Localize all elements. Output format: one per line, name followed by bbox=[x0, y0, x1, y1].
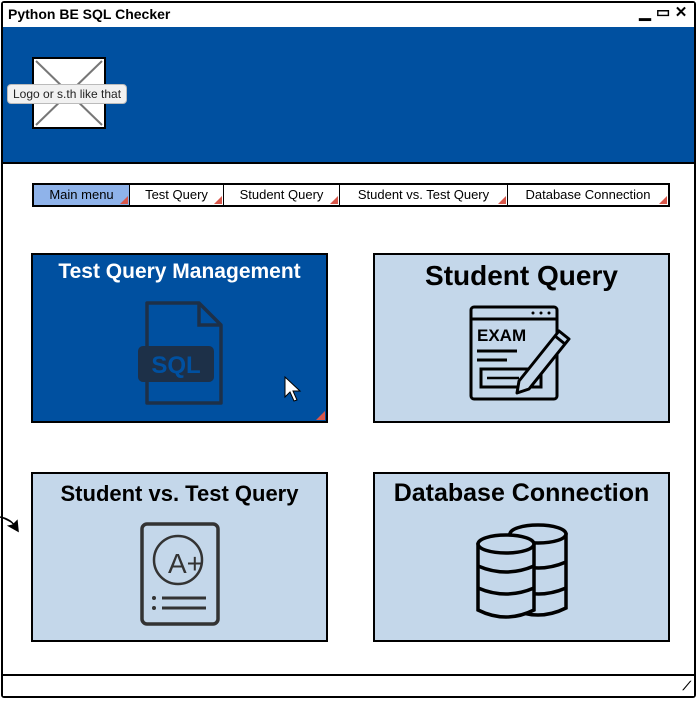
sql-file-icon: SQL bbox=[138, 301, 223, 405]
tab-label: Student vs. Test Query bbox=[357, 187, 490, 202]
link-marker-icon bbox=[330, 196, 338, 204]
tab-main-menu[interactable]: Main menu bbox=[34, 185, 130, 205]
tab-test-query[interactable]: Test Query bbox=[130, 185, 224, 205]
card-student-query[interactable]: Student Query EXAM bbox=[373, 253, 670, 423]
card-title: Student vs. Test Query bbox=[60, 481, 299, 506]
minimize-icon[interactable]: ▁ bbox=[638, 5, 652, 21]
tab-database-connection[interactable]: Database Connection bbox=[508, 185, 668, 205]
main-nav-tabs: Main menu Test Query Student Query Stude… bbox=[32, 183, 670, 207]
link-marker-icon bbox=[214, 196, 222, 204]
svg-text:SQL: SQL bbox=[151, 352, 200, 379]
card-student-vs-test-query[interactable]: Student vs. Test Query A+ bbox=[31, 472, 328, 642]
graded-paper-icon: A+ bbox=[140, 522, 220, 626]
tab-label: Test Query bbox=[145, 187, 208, 202]
card-title: Database Connection bbox=[393, 479, 650, 507]
resize-grip-icon[interactable]: ⟋ bbox=[683, 679, 691, 694]
tab-label: Main menu bbox=[49, 187, 114, 202]
status-bar: ⟋ bbox=[3, 674, 694, 696]
link-marker-icon bbox=[498, 196, 506, 204]
link-marker-icon bbox=[659, 196, 667, 204]
window-title: Python BE SQL Checker bbox=[8, 6, 171, 22]
tab-label: Student Query bbox=[239, 187, 324, 202]
card-database-connection[interactable]: Database Connection bbox=[373, 472, 670, 642]
svg-text:A+: A+ bbox=[168, 548, 203, 579]
card-title: Student Query bbox=[425, 260, 618, 291]
app-window: Python BE SQL Checker ▁ ▭ ✕ Logo or s.th… bbox=[1, 1, 696, 698]
logo-tooltip-label: Logo or s.th like that bbox=[7, 84, 128, 104]
tab-label: Database Connection bbox=[525, 187, 651, 202]
tab-student-query[interactable]: Student Query bbox=[224, 185, 340, 205]
exam-pencil-icon: EXAM bbox=[469, 305, 571, 401]
card-test-query-management[interactable]: Test Query Management SQL bbox=[31, 253, 328, 423]
link-marker-icon bbox=[120, 196, 128, 204]
tab-student-vs-test-query[interactable]: Student vs. Test Query bbox=[340, 185, 508, 205]
mouse-cursor-icon bbox=[284, 375, 302, 402]
window-controls: ▁ ▭ ✕ bbox=[638, 5, 688, 21]
link-marker-icon bbox=[316, 411, 325, 420]
curved-arrow-icon bbox=[0, 516, 19, 533]
svg-text:EXAM: EXAM bbox=[477, 326, 526, 345]
close-icon[interactable]: ✕ bbox=[674, 5, 688, 21]
title-bar: Python BE SQL Checker ▁ ▭ ✕ bbox=[3, 3, 694, 29]
maximize-icon[interactable]: ▭ bbox=[656, 5, 670, 21]
card-title: Test Query Management bbox=[58, 260, 301, 283]
database-icon bbox=[476, 523, 568, 619]
header-banner: Logo or s.th like that bbox=[3, 27, 694, 164]
